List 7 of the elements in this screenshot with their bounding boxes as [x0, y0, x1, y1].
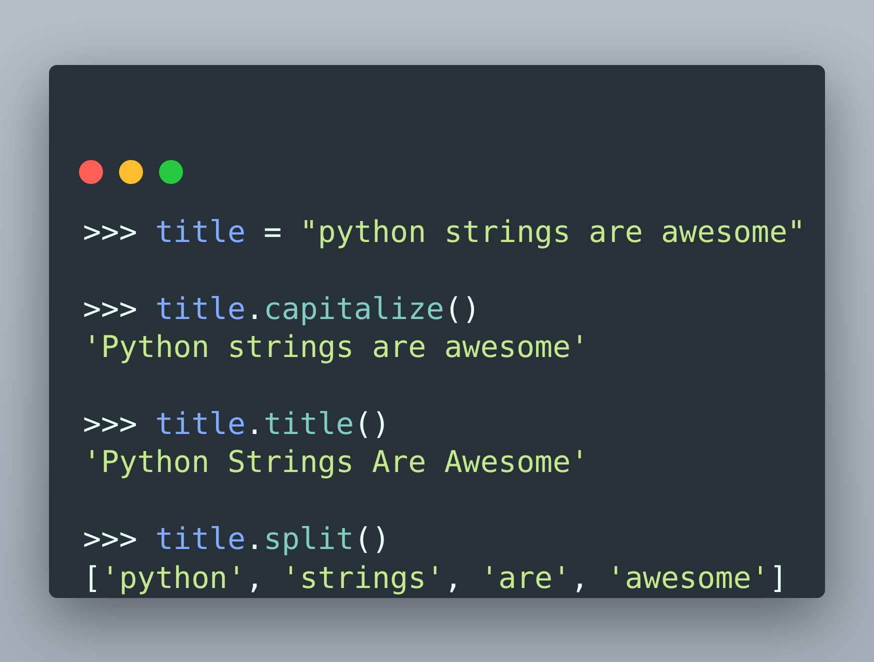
code-line: >>> title.title(): [83, 406, 390, 444]
code-line: >>> title = "python strings are awesome": [83, 214, 806, 252]
code-line: >>> title.capitalize(): [83, 290, 480, 329]
code-line: 'Python Strings Are Awesome': [83, 444, 589, 482]
code-line: ['python', 'strings', 'are', 'awesome']: [83, 560, 788, 598]
code-line: 'Python strings are awesome': [83, 329, 589, 368]
code-line: >>> title.split(): [83, 521, 390, 560]
